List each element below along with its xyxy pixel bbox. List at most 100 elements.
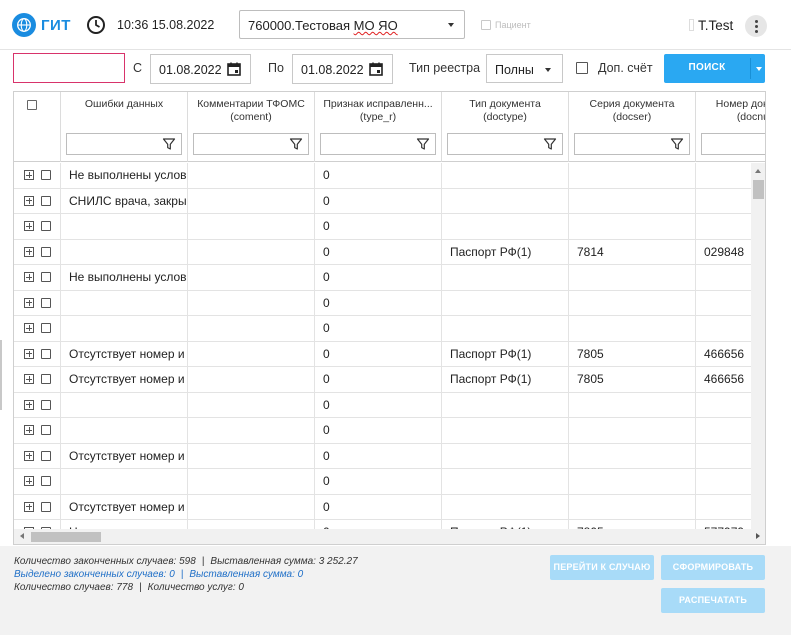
scroll-thumb[interactable] (753, 180, 764, 199)
expand-icon[interactable] (24, 297, 34, 308)
table-cell[interactable] (188, 239, 315, 265)
expand-icon[interactable] (24, 476, 34, 486)
table-cell[interactable]: 0 (315, 443, 442, 469)
table-cell[interactable] (61, 392, 188, 418)
column-filter-input[interactable] (701, 133, 765, 155)
expand-icon[interactable] (24, 501, 34, 512)
row-checkbox[interactable] (41, 348, 51, 359)
table-cell[interactable] (442, 494, 569, 520)
table-row[interactable]: Не выполнены условия 0 (14, 163, 765, 189)
expand-icon[interactable] (24, 272, 34, 282)
table-cell[interactable] (61, 316, 188, 342)
table-cell[interactable] (569, 443, 696, 469)
table-row[interactable]: 0 (14, 290, 765, 316)
expand-icon[interactable] (24, 348, 34, 359)
table-row[interactable]: Отсутствует номер и 0 (14, 494, 765, 520)
table-row[interactable]: Отсутствует номер и 0 (14, 443, 765, 469)
calendar-icon[interactable] (369, 62, 383, 76)
table-cell[interactable]: 7814 (569, 239, 696, 265)
table-row[interactable]: 0 (14, 214, 765, 240)
table-cell[interactable] (188, 392, 315, 418)
table-cell[interactable] (442, 469, 569, 495)
column-filter-input[interactable] (447, 133, 563, 155)
filter-icon[interactable] (289, 137, 303, 151)
table-row[interactable]: 0 (14, 316, 765, 342)
table-cell[interactable] (569, 316, 696, 342)
table-cell[interactable] (188, 443, 315, 469)
table-cell[interactable] (188, 214, 315, 240)
table-cell[interactable]: СНИЛС врача, закрывшего (61, 188, 188, 214)
table-row[interactable]: 0 (14, 469, 765, 495)
table-row[interactable]: Не выполнены условия 0 (14, 265, 765, 291)
table-cell[interactable]: 0 (315, 367, 442, 393)
table-cell[interactable] (188, 418, 315, 444)
table-row[interactable]: Отсутствует номер и 0 Паспорт РФ(1) 7805 466… (14, 341, 765, 367)
table-cell[interactable] (442, 316, 569, 342)
table-cell[interactable] (188, 367, 315, 393)
table-cell[interactable] (569, 163, 696, 189)
column-filter-input[interactable] (320, 133, 436, 155)
column-header[interactable]: Номер документа(docnum) (696, 92, 765, 162)
table-cell[interactable]: 0 (315, 316, 442, 342)
table-row[interactable]: Отсутствует номер и 0 Паспорт РФ(1) 7805 466… (14, 367, 765, 393)
table-cell[interactable] (442, 443, 569, 469)
column-filter-input[interactable] (574, 133, 690, 155)
expand-icon[interactable] (24, 374, 34, 384)
column-header[interactable]: Комментарии ТФОМС (coment) (188, 92, 315, 162)
table-cell[interactable] (188, 341, 315, 367)
date-to-input[interactable]: 01.08.2022 (292, 54, 393, 84)
expand-icon[interactable] (24, 170, 34, 180)
table-cell[interactable] (569, 469, 696, 495)
table-cell[interactable] (188, 469, 315, 495)
table-cell[interactable] (188, 494, 315, 520)
row-checkbox[interactable] (41, 297, 51, 308)
row-checkbox[interactable] (41, 195, 51, 206)
extra-account-toggle[interactable]: Доп. счёт (576, 61, 653, 75)
table-cell[interactable] (442, 265, 569, 291)
table-cell[interactable]: 7805 (569, 341, 696, 367)
table-row[interactable]: 0 Паспорт РФ(1) 7814 029848 (14, 239, 765, 265)
table-cell[interactable] (569, 188, 696, 214)
table-cell[interactable]: Отсутствует номер и (61, 494, 188, 520)
table-cell[interactable] (61, 239, 188, 265)
row-checkbox[interactable] (41, 170, 51, 180)
scroll-right-icon[interactable] (756, 533, 760, 539)
column-filter-input[interactable] (66, 133, 182, 155)
table-cell[interactable] (188, 290, 315, 316)
form-button[interactable]: СФОРМИРОВАТЬ (661, 555, 765, 580)
expand-icon[interactable] (24, 399, 34, 410)
table-cell[interactable] (61, 418, 188, 444)
table-cell[interactable]: Не выполнены условия (61, 163, 188, 189)
row-checkbox[interactable] (41, 399, 51, 410)
table-cell[interactable] (442, 290, 569, 316)
app-logo[interactable]: ГИТ (12, 12, 71, 38)
row-checkbox[interactable] (41, 246, 51, 257)
table-cell[interactable]: 0 (315, 188, 442, 214)
table-cell[interactable]: Паспорт РФ(1) (442, 367, 569, 393)
table-cell[interactable]: 7805 (569, 367, 696, 393)
scroll-left-icon[interactable] (20, 533, 24, 539)
table-cell[interactable] (442, 392, 569, 418)
table-cell[interactable]: 0 (315, 469, 442, 495)
goto-case-button[interactable]: ПЕРЕЙТИ К СЛУЧАЮ (550, 555, 654, 580)
extra-account-checkbox[interactable] (576, 62, 588, 74)
row-checkbox[interactable] (41, 450, 51, 461)
table-cell[interactable] (569, 494, 696, 520)
expand-icon[interactable] (24, 323, 34, 333)
filter-icon[interactable] (162, 137, 176, 151)
table-cell[interactable] (569, 418, 696, 444)
table-cell[interactable] (442, 188, 569, 214)
table-cell[interactable] (61, 290, 188, 316)
table-cell[interactable]: 0 (315, 265, 442, 291)
vertical-scrollbar[interactable] (751, 163, 765, 533)
row-checkbox[interactable] (41, 425, 51, 435)
print-button[interactable]: РАСПЕЧАТАТЬ (661, 588, 765, 613)
table-cell[interactable] (61, 469, 188, 495)
horizontal-scrollbar[interactable] (14, 529, 765, 544)
table-cell[interactable]: Паспорт РФ(1) (442, 239, 569, 265)
row-checkbox[interactable] (41, 374, 51, 384)
row-checkbox[interactable] (41, 323, 51, 333)
table-cell[interactable]: 0 (315, 341, 442, 367)
table-cell[interactable]: Отсутствует номер и (61, 341, 188, 367)
table-cell[interactable] (188, 188, 315, 214)
